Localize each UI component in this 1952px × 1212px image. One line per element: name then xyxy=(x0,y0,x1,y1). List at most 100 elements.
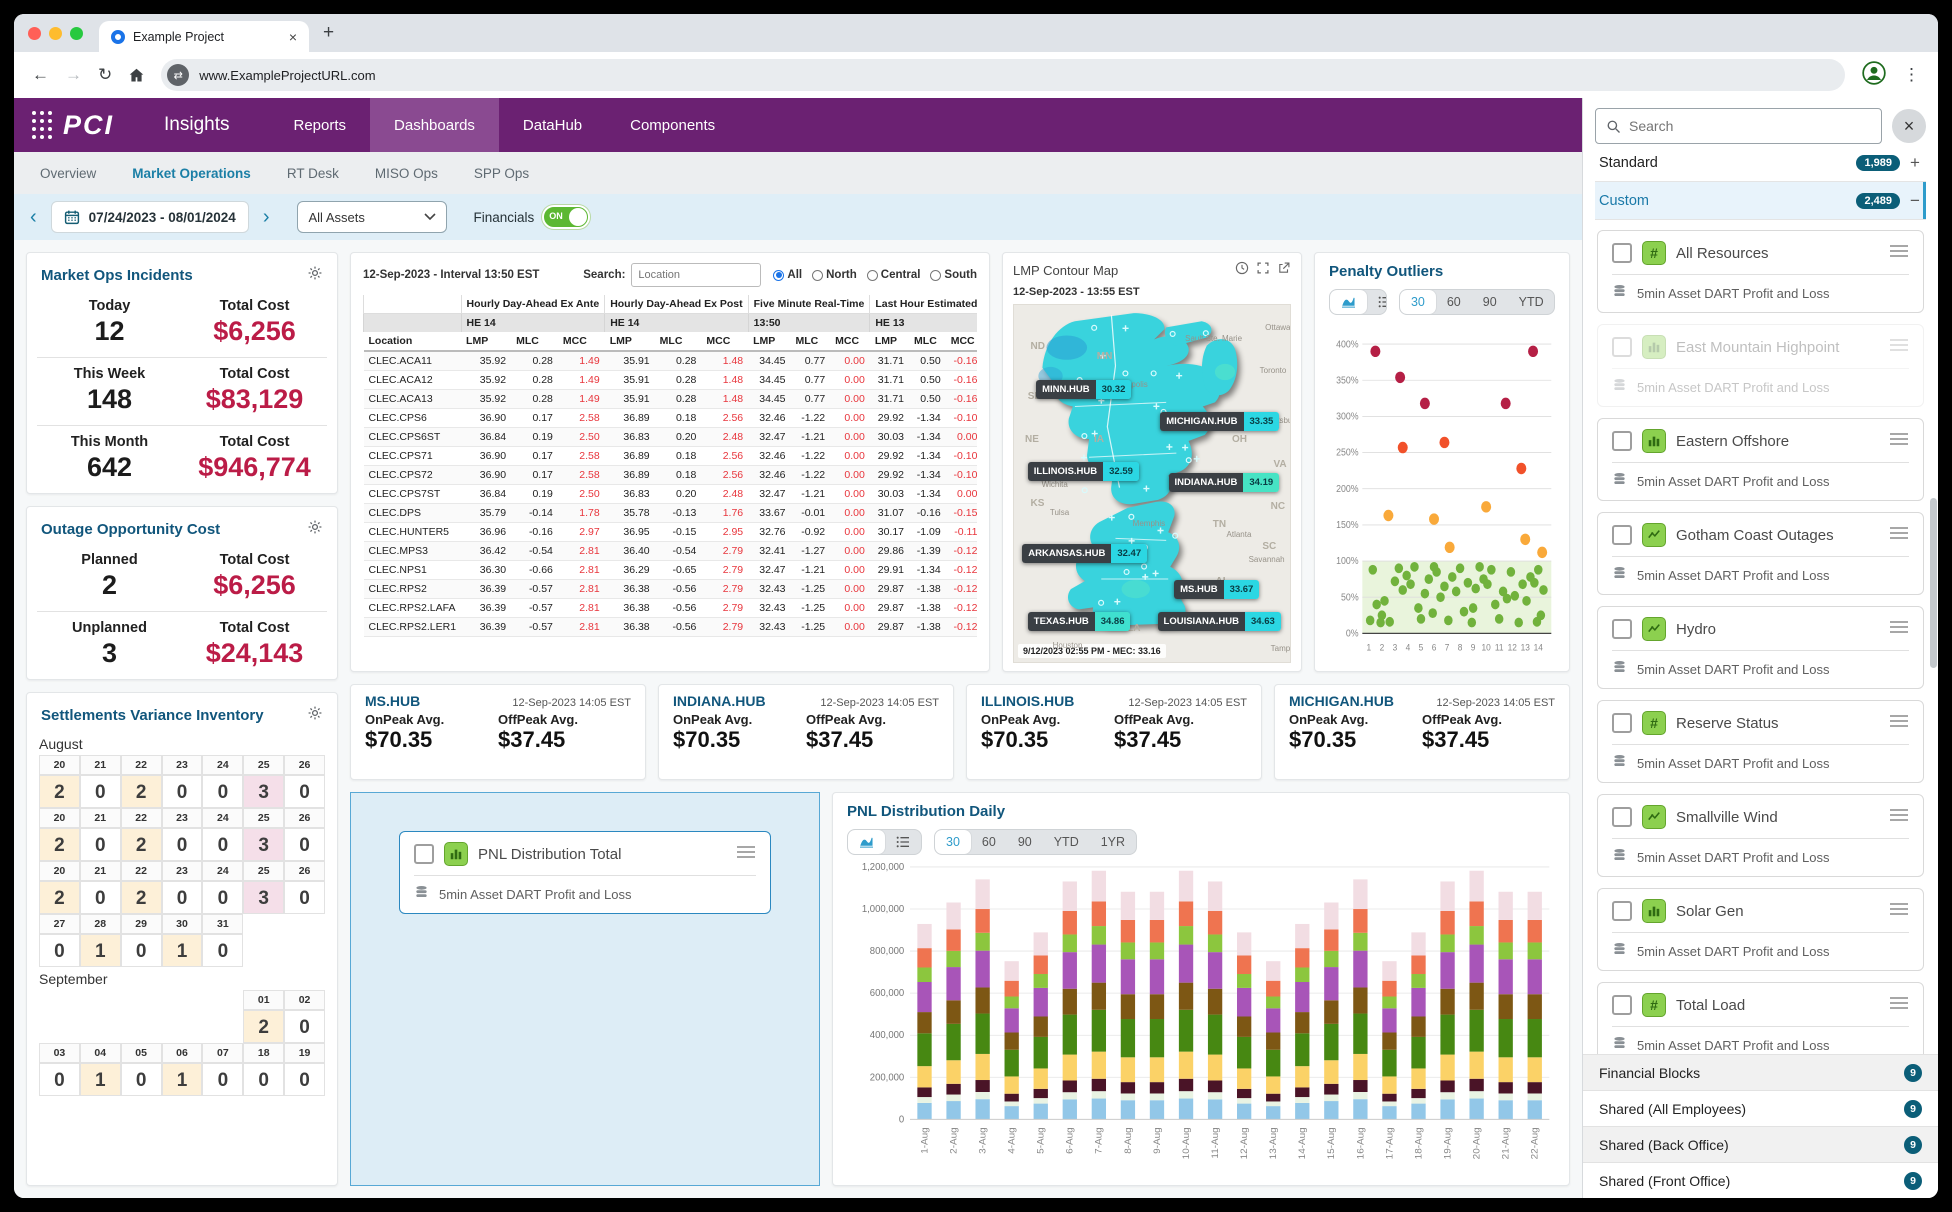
calendar-day-cell[interactable]: 21 xyxy=(80,861,121,881)
calendar-day-cell[interactable]: 26 xyxy=(284,755,325,775)
calendar-variance-cell[interactable]: 0 xyxy=(202,775,243,808)
map-hub-label[interactable]: ILLINOIS.HUB32.59 xyxy=(1028,462,1139,481)
calendar-day-cell[interactable]: 24 xyxy=(202,808,243,828)
site-settings-icon[interactable]: ⇄ xyxy=(167,64,189,86)
nav-item-datahub[interactable]: DataHub xyxy=(499,98,606,152)
calendar-variance-cell[interactable]: 1 xyxy=(80,1063,121,1096)
tab-miso-ops[interactable]: MISO Ops xyxy=(375,166,438,181)
chart-view-button[interactable] xyxy=(1330,290,1367,314)
calendar-day-cell[interactable]: 28 xyxy=(80,914,121,934)
calendar-variance-cell[interactable]: 1 xyxy=(80,934,121,967)
nav-item-components[interactable]: Components xyxy=(606,98,739,152)
calendar-variance-cell[interactable]: 0 xyxy=(121,934,162,967)
calendar-day-cell[interactable]: 23 xyxy=(162,808,203,828)
price-table-scroll[interactable]: Hourly Day-Ahead Ex AnteHourly Day-Ahead… xyxy=(363,295,977,641)
calendar-variance-cell[interactable]: 0 xyxy=(284,828,325,861)
drag-handle-icon[interactable] xyxy=(1889,244,1909,263)
period-button-ytd[interactable]: YTD xyxy=(1043,830,1090,854)
back-icon[interactable]: ← xyxy=(32,65,49,85)
tab-market-operations[interactable]: Market Operations xyxy=(132,166,251,181)
date-prev-icon[interactable]: ‹ xyxy=(26,206,41,229)
section-header-standard[interactable]: Standard1,989+ xyxy=(1595,144,1926,182)
list-view-button[interactable] xyxy=(885,830,921,854)
map-hub-label[interactable]: ARKANSAS.HUB32.47 xyxy=(1022,544,1147,563)
calendar-variance-cell[interactable]: 0 xyxy=(284,881,325,914)
pnl-distribution-total-widget[interactable]: PNL Distribution Total 5min Asset DART P… xyxy=(399,831,771,914)
calendar-variance-cell[interactable]: 0 xyxy=(162,881,203,914)
calendar-day-cell[interactable]: 25 xyxy=(243,808,284,828)
calendar-variance-cell[interactable]: 0 xyxy=(80,828,121,861)
table-row[interactable]: CLEC.MPS336.42-0.542.8136.40-0.542.7932.… xyxy=(364,542,978,561)
fullscreen-icon[interactable] xyxy=(1256,261,1270,280)
widget-checkbox[interactable] xyxy=(1612,807,1632,827)
calendar-variance-cell[interactable]: 2 xyxy=(121,881,162,914)
home-icon[interactable] xyxy=(128,67,145,84)
map-hub-label[interactable]: MICHIGAN.HUB33.35 xyxy=(1160,412,1279,431)
chart-view-button[interactable] xyxy=(848,830,885,854)
period-button-60[interactable]: 60 xyxy=(1436,290,1472,314)
calendar-variance-cell[interactable]: 0 xyxy=(202,881,243,914)
calendar-day-cell[interactable]: 26 xyxy=(284,861,325,881)
table-row[interactable]: CLEC.CPS636.900.172.5836.890.182.5632.46… xyxy=(364,409,978,428)
close-window-button[interactable] xyxy=(28,27,41,40)
nav-item-dashboards[interactable]: Dashboards xyxy=(370,98,499,152)
maximize-window-button[interactable] xyxy=(70,27,83,40)
widget-checkbox[interactable] xyxy=(1612,619,1632,639)
group-row-shared-all-employees-[interactable]: Shared (All Employees)9 xyxy=(1583,1090,1938,1126)
calendar-variance-cell[interactable]: 2 xyxy=(121,775,162,808)
calendar-variance-cell[interactable]: 0 xyxy=(80,881,121,914)
period-button-1yr[interactable]: 1YR xyxy=(1090,830,1136,854)
calendar-day-cell[interactable]: 26 xyxy=(284,808,325,828)
period-button-30[interactable]: 30 xyxy=(935,830,971,854)
calendar-day-cell[interactable]: 30 xyxy=(162,914,203,934)
table-row[interactable]: CLEC.RPS2.LER136.39-0.572.8136.38-0.562.… xyxy=(364,618,978,637)
new-tab-button[interactable]: + xyxy=(323,22,334,44)
financials-toggle[interactable]: ON xyxy=(542,205,590,229)
asset-select[interactable]: All Assets xyxy=(297,201,447,233)
group-row-financial-blocks[interactable]: Financial Blocks9 xyxy=(1583,1054,1938,1090)
calendar-variance-cell[interactable]: 2 xyxy=(39,881,80,914)
forward-icon[interactable]: → xyxy=(65,65,82,85)
calendar-day-cell[interactable]: 24 xyxy=(202,755,243,775)
table-row[interactable]: CLEC.ACA1335.920.281.4935.910.281.4834.4… xyxy=(364,390,978,409)
calendar-variance-cell[interactable]: 0 xyxy=(162,828,203,861)
table-row[interactable]: CLEC.RPS2.LAFA36.39-0.572.8136.38-0.562.… xyxy=(364,599,978,618)
drag-handle-icon[interactable] xyxy=(1889,714,1909,733)
calendar-variance-cell[interactable]: 0 xyxy=(202,1063,243,1096)
location-search-input[interactable] xyxy=(631,263,761,287)
table-row[interactable]: CLEC.DPS35.79-0.141.7835.78-0.131.7633.6… xyxy=(364,504,978,523)
map-hub-label[interactable]: TEXAS.HUB34.86 xyxy=(1028,612,1131,631)
browser-tab[interactable]: Example Project × xyxy=(99,21,309,52)
calendar-variance-cell[interactable]: 0 xyxy=(243,1063,284,1096)
region-radio-north[interactable]: North xyxy=(812,269,857,281)
period-button-60[interactable]: 60 xyxy=(971,830,1007,854)
table-row[interactable]: CLEC.NPS136.30-0.662.8136.29-0.652.7932.… xyxy=(364,561,978,580)
gear-icon[interactable] xyxy=(307,265,323,286)
map-hub-label[interactable]: MINN.HUB30.32 xyxy=(1036,380,1131,399)
calendar-day-cell[interactable]: 21 xyxy=(80,755,121,775)
table-row[interactable]: CLEC.CPS7ST36.840.192.5036.830.202.4832.… xyxy=(364,485,978,504)
widget-card-smallville-wind[interactable]: Smallville Wind5min Asset DART Profit an… xyxy=(1597,794,1924,877)
calendar-variance-cell[interactable]: 0 xyxy=(284,775,325,808)
date-range-picker[interactable]: 07/24/2023 - 08/01/2024 xyxy=(51,201,249,233)
history-clock-icon[interactable] xyxy=(1235,261,1249,280)
group-row-shared-front-office-[interactable]: Shared (Front Office)9 xyxy=(1583,1162,1938,1198)
calendar-day-cell[interactable]: 27 xyxy=(39,914,80,934)
calendar-day-cell[interactable]: 31 xyxy=(202,914,243,934)
pnl-daily-chart[interactable]: 0200,000400,000600,000800,0001,000,0001,… xyxy=(847,859,1555,1175)
calendar-variance-cell[interactable]: 3 xyxy=(243,881,284,914)
group-row-shared-back-office-[interactable]: Shared (Back Office)9 xyxy=(1583,1126,1938,1162)
calendar-day-cell[interactable]: 25 xyxy=(243,755,284,775)
period-button-90[interactable]: 90 xyxy=(1007,830,1043,854)
expand-icon[interactable]: + xyxy=(1908,153,1922,173)
calendar-variance-cell[interactable]: 2 xyxy=(121,828,162,861)
widget-checkbox[interactable] xyxy=(1612,431,1632,451)
calendar-variance-cell[interactable]: 2 xyxy=(39,775,80,808)
drag-handle-icon[interactable] xyxy=(736,845,756,864)
widget-search-input[interactable]: Search xyxy=(1595,108,1882,144)
period-button-30[interactable]: 30 xyxy=(1400,290,1436,314)
widget-list[interactable]: #All Resources5min Asset DART Profit and… xyxy=(1595,220,1926,1054)
calendar-day-cell[interactable]: 07 xyxy=(202,1043,243,1063)
region-radio-central[interactable]: Central xyxy=(867,269,921,281)
calendar-variance-cell[interactable]: 0 xyxy=(121,1063,162,1096)
